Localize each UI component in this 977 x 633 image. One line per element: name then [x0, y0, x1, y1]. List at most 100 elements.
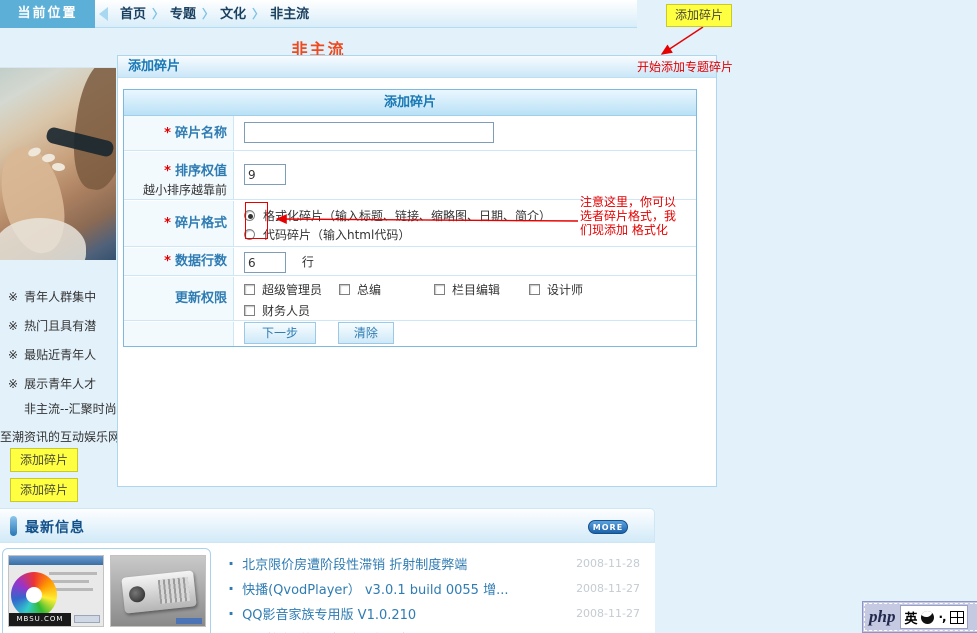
page-root: 当前位置 首页〉专题〉文化〉非主流 添加碎片 开始添加专题碎片 非主流 ※青年人…: [0, 0, 977, 633]
thumb-text-line: [49, 580, 89, 583]
news-date: 2008-11-28: [576, 551, 640, 576]
php-logo: php: [869, 607, 895, 627]
label-text: 碎片名称: [175, 126, 227, 141]
annotation-highlight-box: [245, 202, 268, 239]
latest-news-header: 最新信息 MORE: [0, 508, 655, 543]
checkbox-icon[interactable]: [244, 305, 255, 316]
list-item: ※ 最贴近青年人: [8, 341, 118, 370]
breadcrumb-item-culture[interactable]: 文化: [220, 7, 246, 22]
form-row-weight: *排序权值 越小排序越靠前: [124, 152, 696, 200]
sort-weight-input[interactable]: [244, 164, 286, 185]
field-label: 更新权限: [124, 277, 234, 320]
ime-language-bar: php 英 ·,: [862, 601, 977, 633]
thumb-vent-shape: [158, 577, 190, 604]
form-row-permissions: 更新权限 超级管理员 总编 栏目编辑 设计师 财务人员: [124, 277, 696, 321]
field-cell: [235, 116, 696, 150]
checkbox-label: 超级管理员: [262, 281, 322, 298]
thumb-dialog-button: [74, 615, 100, 623]
section-accent-icon: [10, 516, 17, 536]
photo-nail-shape: [52, 163, 66, 172]
bullet-icon: ※: [8, 290, 18, 304]
thumb-watermark-shape: [176, 618, 202, 624]
add-fragment-button-side2[interactable]: 添加碎片: [10, 478, 78, 502]
current-location-tab: 当前位置: [0, 0, 95, 28]
next-step-button[interactable]: 下一步: [244, 322, 316, 344]
row-count-input[interactable]: [244, 252, 286, 273]
field-cell: 行: [235, 248, 696, 275]
thumb-flower-logo: [11, 572, 57, 618]
news-thumbnail-software[interactable]: MBSU.COM: [8, 555, 104, 627]
photo-nail-shape: [42, 153, 56, 163]
label-text: 数据行数: [175, 254, 227, 269]
perm-designer[interactable]: 设计师: [529, 281, 583, 298]
row-count-unit: 行: [302, 255, 314, 269]
ime-fullwidth-icon[interactable]: [919, 608, 937, 626]
photo-hair-shape: [67, 67, 116, 193]
required-asterisk: *: [164, 126, 171, 141]
topic-description-line1: 非主流--汇聚时尚: [24, 400, 118, 417]
weight-hint: 越小排序越靠前: [124, 181, 227, 198]
news-link[interactable]: 快播(QvodPlayer） v3.0.1 build 0055 增...: [242, 583, 508, 598]
annotation-line: 注意这里，你可以: [580, 195, 680, 209]
perm-chief-editor[interactable]: 总编: [339, 281, 434, 298]
bullet-icon: ·: [228, 579, 234, 598]
news-link[interactable]: 北京限价房遭阶段性滞销 折射制度弊端: [242, 558, 467, 573]
news-link[interactable]: QQ影音家族专用版 V1.0.210: [242, 608, 416, 623]
thumb-lens-shape: [128, 586, 146, 604]
label-text: 碎片格式: [175, 216, 227, 231]
more-button[interactable]: MORE: [588, 520, 628, 534]
breadcrumb-notch-icon: [99, 7, 108, 21]
news-thumbnail-projector[interactable]: [110, 555, 206, 627]
modal-title: 添加碎片: [118, 56, 716, 78]
field-cell: [235, 152, 696, 199]
add-fragment-button-side1[interactable]: 添加碎片: [10, 448, 78, 472]
bullet-text: 热门且具有潜: [24, 319, 96, 333]
latest-news-body: MBSU.COM · 北京限价房遭阶段性滞销 折射制度弊端 2008-11-28 …: [0, 543, 655, 633]
checkbox-icon[interactable]: [529, 284, 540, 295]
thumb-window-titlebar: [9, 556, 104, 565]
breadcrumb-bar: 当前位置 首页〉专题〉文化〉非主流: [0, 0, 637, 28]
checkbox-icon[interactable]: [434, 284, 445, 295]
fragment-name-input[interactable]: [244, 122, 494, 143]
topic-photo: [0, 67, 116, 260]
news-date: 2008-11-27: [576, 601, 640, 626]
breadcrumb-item-home[interactable]: 首页: [120, 7, 146, 22]
bullet-icon: ※: [8, 348, 18, 362]
form-row-name: * 碎片名称: [124, 116, 696, 151]
perm-finance[interactable]: 财务人员: [244, 302, 310, 319]
breadcrumb: 首页〉专题〉文化〉非主流: [120, 0, 309, 28]
bullet-icon: ·: [228, 629, 234, 633]
checkbox-label: 栏目编辑: [452, 281, 500, 298]
checkbox-label: 财务人员: [262, 302, 310, 319]
label-text: 更新权限: [175, 291, 227, 306]
field-cell: 超级管理员 总编 栏目编辑 设计师 财务人员: [235, 277, 696, 320]
breadcrumb-item-topic[interactable]: 专题: [170, 7, 196, 22]
form-row-actions: 下一步 清除: [124, 322, 696, 346]
topic-feature-list: ※青年人群集中 ※热门且具有潜 ※最贴近青年人 ※展示青年人才: [8, 283, 118, 399]
thumb-watermark: MBSU.COM: [9, 613, 71, 626]
form-row-rowcount: *数据行数 行: [124, 248, 696, 276]
news-row: ·教育型投影机 家用投影机: [228, 626, 648, 633]
required-asterisk: *: [164, 216, 171, 231]
clear-button[interactable]: 清除: [338, 322, 394, 344]
perm-super-admin[interactable]: 超级管理员: [244, 281, 339, 298]
news-list: · 北京限价房遭阶段性滞销 折射制度弊端 2008-11-28 · 快播(QvodP…: [228, 551, 648, 633]
news-thumbnails: MBSU.COM: [2, 548, 211, 633]
radio-label: 格式化碎片（输入标题、链接、缩略图、日期、简介）: [263, 207, 551, 224]
ime-punctuation-button[interactable]: ·,: [938, 610, 945, 624]
checkbox-icon[interactable]: [244, 284, 255, 295]
add-fragment-button-top[interactable]: 添加碎片: [666, 4, 732, 27]
news-row: ·QQ影音家族专用版 V1.0.210 2008-11-27: [228, 601, 648, 626]
perm-column-editor[interactable]: 栏目编辑: [434, 281, 529, 298]
annotation-line: 们现添加 格式化: [580, 223, 680, 237]
bullet-icon: ※: [8, 319, 18, 333]
news-date: 2008-11-27: [576, 576, 640, 601]
bullet-text: 最贴近青年人: [24, 348, 96, 362]
bullet-text: 展示青年人才: [24, 377, 96, 391]
required-asterisk: *: [164, 164, 171, 179]
ime-keyboard-icon[interactable]: [950, 611, 964, 624]
ime-lang-button[interactable]: 英: [904, 608, 917, 627]
field-label: *排序权值 越小排序越靠前: [124, 152, 234, 199]
list-item: ※展示青年人才: [8, 370, 118, 399]
checkbox-icon[interactable]: [339, 284, 350, 295]
